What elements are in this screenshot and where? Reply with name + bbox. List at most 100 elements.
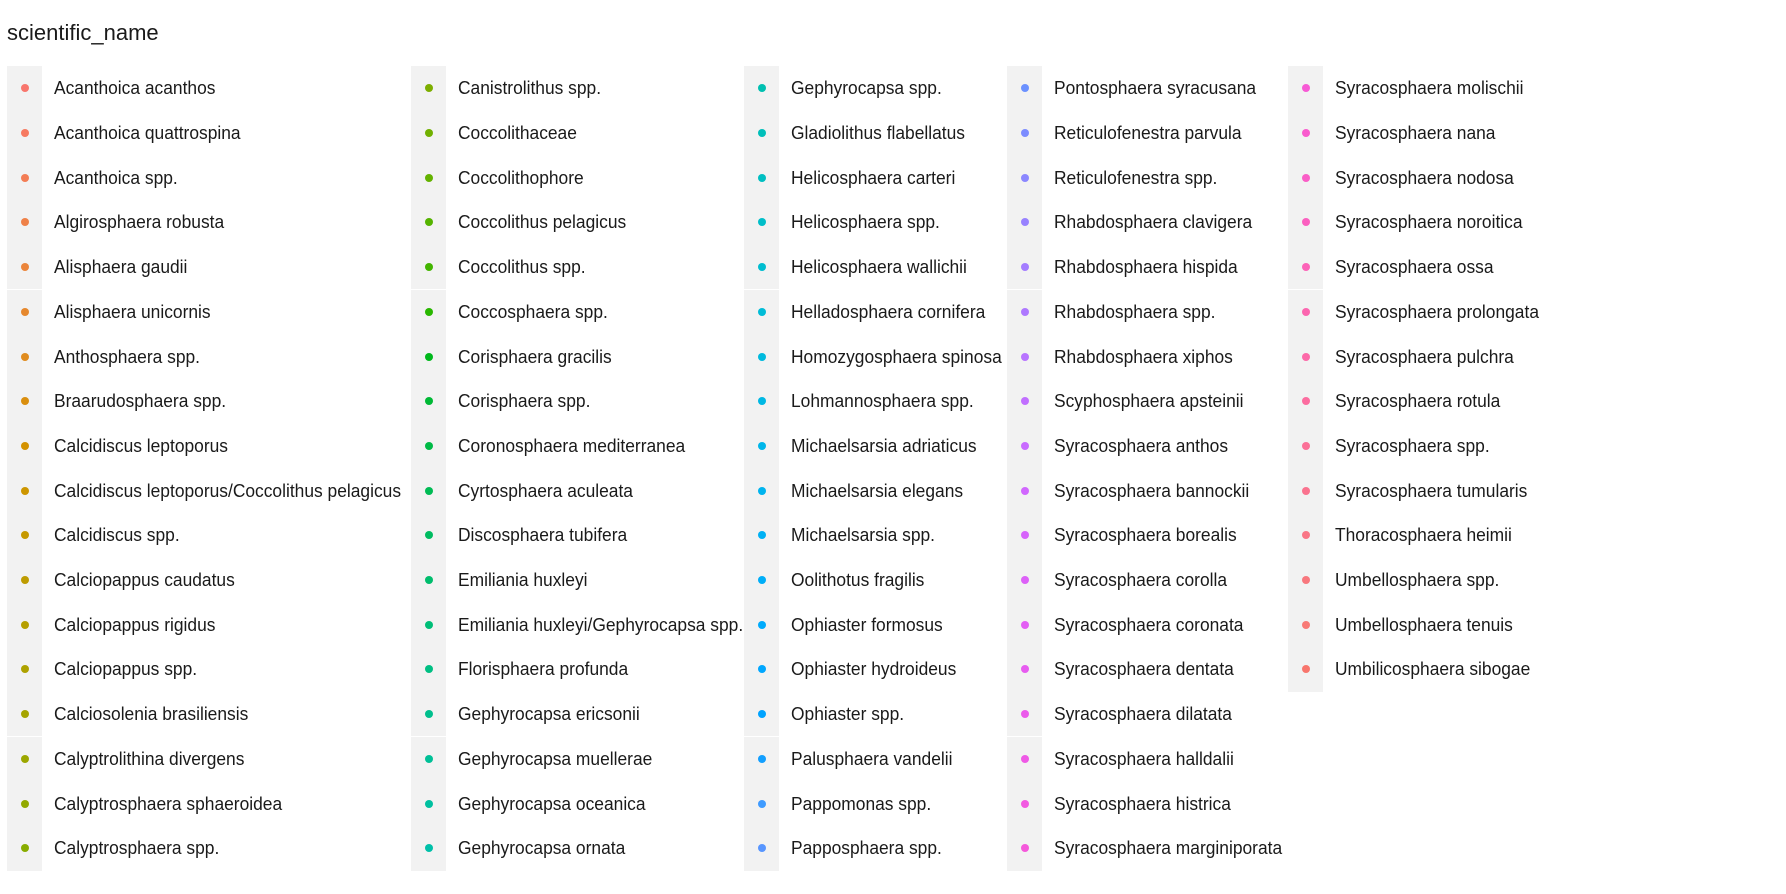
legend-entry: Calyptrosphaera sphaeroidea	[7, 781, 297, 826]
legend-key	[7, 691, 42, 737]
legend-entry: Corisphaera gracilis	[411, 334, 621, 379]
legend-label: Gephyrocapsa oceanica	[458, 792, 646, 814]
legend-key	[744, 66, 779, 111]
legend-dot-icon	[424, 129, 433, 138]
legend-key	[7, 378, 42, 424]
legend-dot-icon	[757, 531, 766, 540]
legend-key	[7, 334, 42, 379]
legend-label: Umbellosphaera spp.	[1335, 569, 1500, 591]
legend-entry: Syracosphaera halldalii	[1007, 736, 1245, 782]
legend-key	[744, 825, 779, 871]
legend-entry: Canistrolithus spp.	[411, 66, 610, 111]
legend-key	[7, 468, 42, 513]
legend-entry: Calcidiscus leptoporus/Coccolithus pelag…	[7, 468, 423, 513]
legend-entry: Alisphaera gaudii	[7, 244, 196, 290]
legend-label: Helicosphaera carteri	[791, 166, 956, 188]
legend-label: Anthosphaera spp.	[54, 345, 200, 367]
legend-dot-icon	[424, 486, 433, 495]
legend-label: Umbellosphaera tenuis	[1335, 613, 1513, 635]
legend-entry: Calcidiscus leptoporus	[7, 423, 239, 469]
legend-entry: Syracosphaera coronata	[1007, 602, 1256, 648]
legend-entry: Gephyrocapsa oceanica	[411, 781, 658, 826]
legend-key	[1007, 513, 1042, 558]
legend-entry: Acanthoica quattrospina	[7, 110, 253, 156]
legend-key	[7, 66, 42, 111]
legend-key	[7, 825, 42, 871]
legend-dot-icon	[757, 710, 766, 719]
legend-label: Syracosphaera pulchra	[1335, 345, 1514, 367]
legend-entry: Helicosphaera spp.	[744, 200, 949, 245]
legend-key	[7, 244, 42, 290]
legend-label: Michaelsarsia spp.	[791, 524, 936, 546]
legend-entry: Syracosphaera prolongata	[1288, 289, 1552, 335]
legend-key	[7, 781, 42, 826]
legend-dot-icon	[424, 754, 433, 763]
legend-entry: Florisphaera profunda	[411, 647, 639, 692]
legend-label: Rhabdosphaera clavigera	[1054, 211, 1253, 233]
legend-dot-icon	[20, 173, 29, 182]
legend-dot-icon	[20, 665, 29, 674]
legend-entry: Michaelsarsia spp.	[744, 513, 944, 558]
legend-label: Alisphaera gaudii	[54, 256, 188, 278]
legend-key	[1007, 468, 1042, 513]
legend-dot-icon	[1020, 620, 1029, 629]
legend-key	[1007, 244, 1042, 290]
legend-key	[411, 66, 446, 111]
legend-key	[411, 513, 446, 558]
legend-key	[744, 602, 779, 648]
legend-dot-icon	[1020, 263, 1029, 272]
legend-key	[1007, 378, 1042, 424]
legend-dot-icon	[757, 218, 766, 227]
legend-key	[7, 289, 42, 335]
legend-label: Syracosphaera halldalii	[1054, 747, 1234, 769]
legend-key	[744, 244, 779, 290]
legend-key	[1288, 110, 1323, 156]
legend-dot-icon	[757, 665, 766, 674]
legend-label: Syracosphaera tumularis	[1335, 479, 1528, 501]
legend-dot-icon	[1020, 129, 1029, 138]
legend-key	[1007, 736, 1042, 782]
legend-label: Florisphaera profunda	[458, 658, 629, 680]
legend-key	[411, 691, 446, 737]
legend-label: Coccosphaera spp.	[458, 300, 608, 322]
legend-label: Corisphaera spp.	[458, 390, 591, 412]
legend-label: Rhabdosphaera spp.	[1054, 300, 1216, 322]
legend-dot-icon	[757, 576, 766, 585]
legend-label: Canistrolithus spp.	[458, 77, 602, 99]
legend-label: Calciopappus caudatus	[54, 569, 235, 591]
legend-dot-icon	[1301, 129, 1310, 138]
legend-dot-icon	[1301, 486, 1310, 495]
legend-key	[744, 378, 779, 424]
legend-dot-icon	[757, 441, 766, 450]
legend-entry: Anthosphaera spp.	[7, 334, 209, 379]
legend-key	[411, 200, 446, 245]
legend-key	[744, 110, 779, 156]
legend-dot-icon	[1301, 620, 1310, 629]
legend-dot-icon	[20, 352, 29, 361]
legend-dot-icon	[757, 263, 766, 272]
legend-entry: Gephyrocapsa ornata	[411, 825, 636, 871]
legend-entry: Emiliania huxleyi/Gephyrocapsa spp.	[411, 602, 761, 648]
legend-key	[1288, 289, 1323, 335]
legend-dot-icon	[424, 620, 433, 629]
legend-entry: Emiliania huxleyi	[411, 557, 596, 603]
legend-key	[744, 468, 779, 513]
legend-key	[411, 602, 446, 648]
legend-dot-icon	[757, 173, 766, 182]
legend-key	[1288, 423, 1323, 469]
legend-entry: Gephyrocapsa muellerae	[411, 736, 665, 782]
legend-label: Reticulofenestra parvula	[1054, 122, 1242, 144]
legend-key	[411, 557, 446, 603]
legend-label: Calciosolenia brasiliensis	[54, 703, 249, 725]
legend-dot-icon	[757, 799, 766, 808]
legend-label: Syracosphaera dentata	[1054, 658, 1234, 680]
legend-dot-icon	[1301, 84, 1310, 93]
legend-entry: Calyptrosphaera spp.	[7, 825, 230, 871]
legend-label: Emiliania huxleyi	[458, 569, 588, 591]
legend-entry: Alisphaera unicornis	[7, 289, 221, 335]
legend-key	[7, 200, 42, 245]
legend-label: Syracosphaera marginiporata	[1054, 837, 1283, 859]
legend-label: Ophiaster formosus	[791, 613, 943, 635]
legend-key	[411, 289, 446, 335]
legend-label: Michaelsarsia elegans	[791, 479, 964, 501]
